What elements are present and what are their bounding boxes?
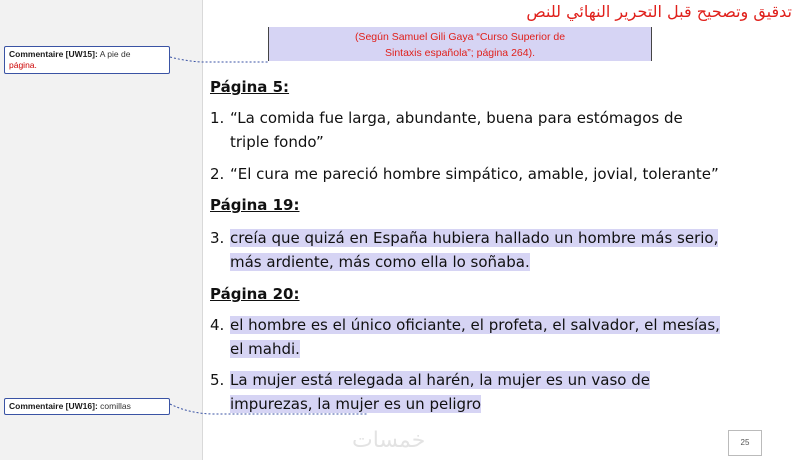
list-text: “La comida fue larga, abundante, buena p… [230, 109, 683, 151]
comment-uw15[interactable]: Commentaire [UW15]: A pie de página. [4, 46, 170, 74]
list-text: “El cura me pareció hombre simpático, am… [230, 165, 719, 183]
watermark-logo: خمسات [352, 428, 426, 453]
list-number: 1. [210, 109, 225, 127]
list-text-highlight[interactable]: creía que quizá en España hubiera hallad… [230, 229, 719, 271]
comment-uw16[interactable]: Commentaire [UW16]: comillas [4, 398, 170, 415]
comment-text-highlight: página. [9, 60, 37, 70]
list-text-highlight[interactable]: La mujer está relegada al harén, la muje… [230, 371, 650, 413]
list-number: 4. [210, 316, 225, 334]
section-heading: Página 19: [210, 196, 300, 214]
comment-text: comillas [100, 401, 131, 411]
citation-insertion[interactable]: (Según Samuel Gili Gaya “Curso Superior … [268, 27, 652, 61]
list-text-highlight[interactable]: el hombre es el único oficiante, el prof… [230, 316, 720, 358]
page-title: تدقيق وتصحيح قبل التحرير النهائي للنص [526, 2, 792, 21]
citation-line-1: (Según Samuel Gili Gaya “Curso Superior … [354, 31, 566, 43]
page-number: 25 [728, 430, 762, 456]
comment-text: A pie de [99, 49, 131, 59]
comment-label: Commentaire [UW16]: [9, 401, 98, 411]
citation-line-2: Sintaxis española”; página 264). [384, 47, 535, 59]
list-number: 5. [210, 371, 225, 389]
section-heading: Página 20: [210, 285, 300, 303]
list-number: 3. [210, 229, 225, 247]
section-heading: Página 5: [210, 78, 290, 96]
list-number: 2. [210, 165, 225, 183]
comment-label: Commentaire [UW15]: [9, 49, 98, 59]
